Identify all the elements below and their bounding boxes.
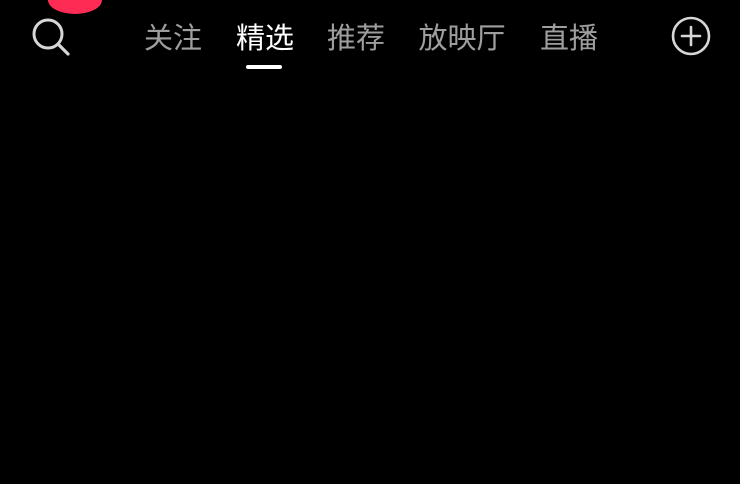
plus-circle-icon[interactable]: [670, 15, 712, 57]
tab-live[interactable]: 直播: [536, 18, 602, 58]
tab-featured[interactable]: 精选: [232, 18, 298, 58]
app-screen: 关注 精选 推荐 放映厅 直播: [0, 0, 740, 484]
video-feed-area[interactable]: [0, 76, 740, 484]
top-nav-bar: 关注 精选 推荐 放映厅 直播: [0, 0, 740, 76]
active-tab-indicator: [246, 65, 282, 69]
tab-cinema[interactable]: 放映厅: [414, 18, 510, 58]
tab-recommend[interactable]: 推荐: [323, 18, 389, 58]
tab-follow[interactable]: 关注: [140, 18, 206, 58]
tab-bar: 关注 精选 推荐 放映厅 直播: [0, 0, 740, 76]
